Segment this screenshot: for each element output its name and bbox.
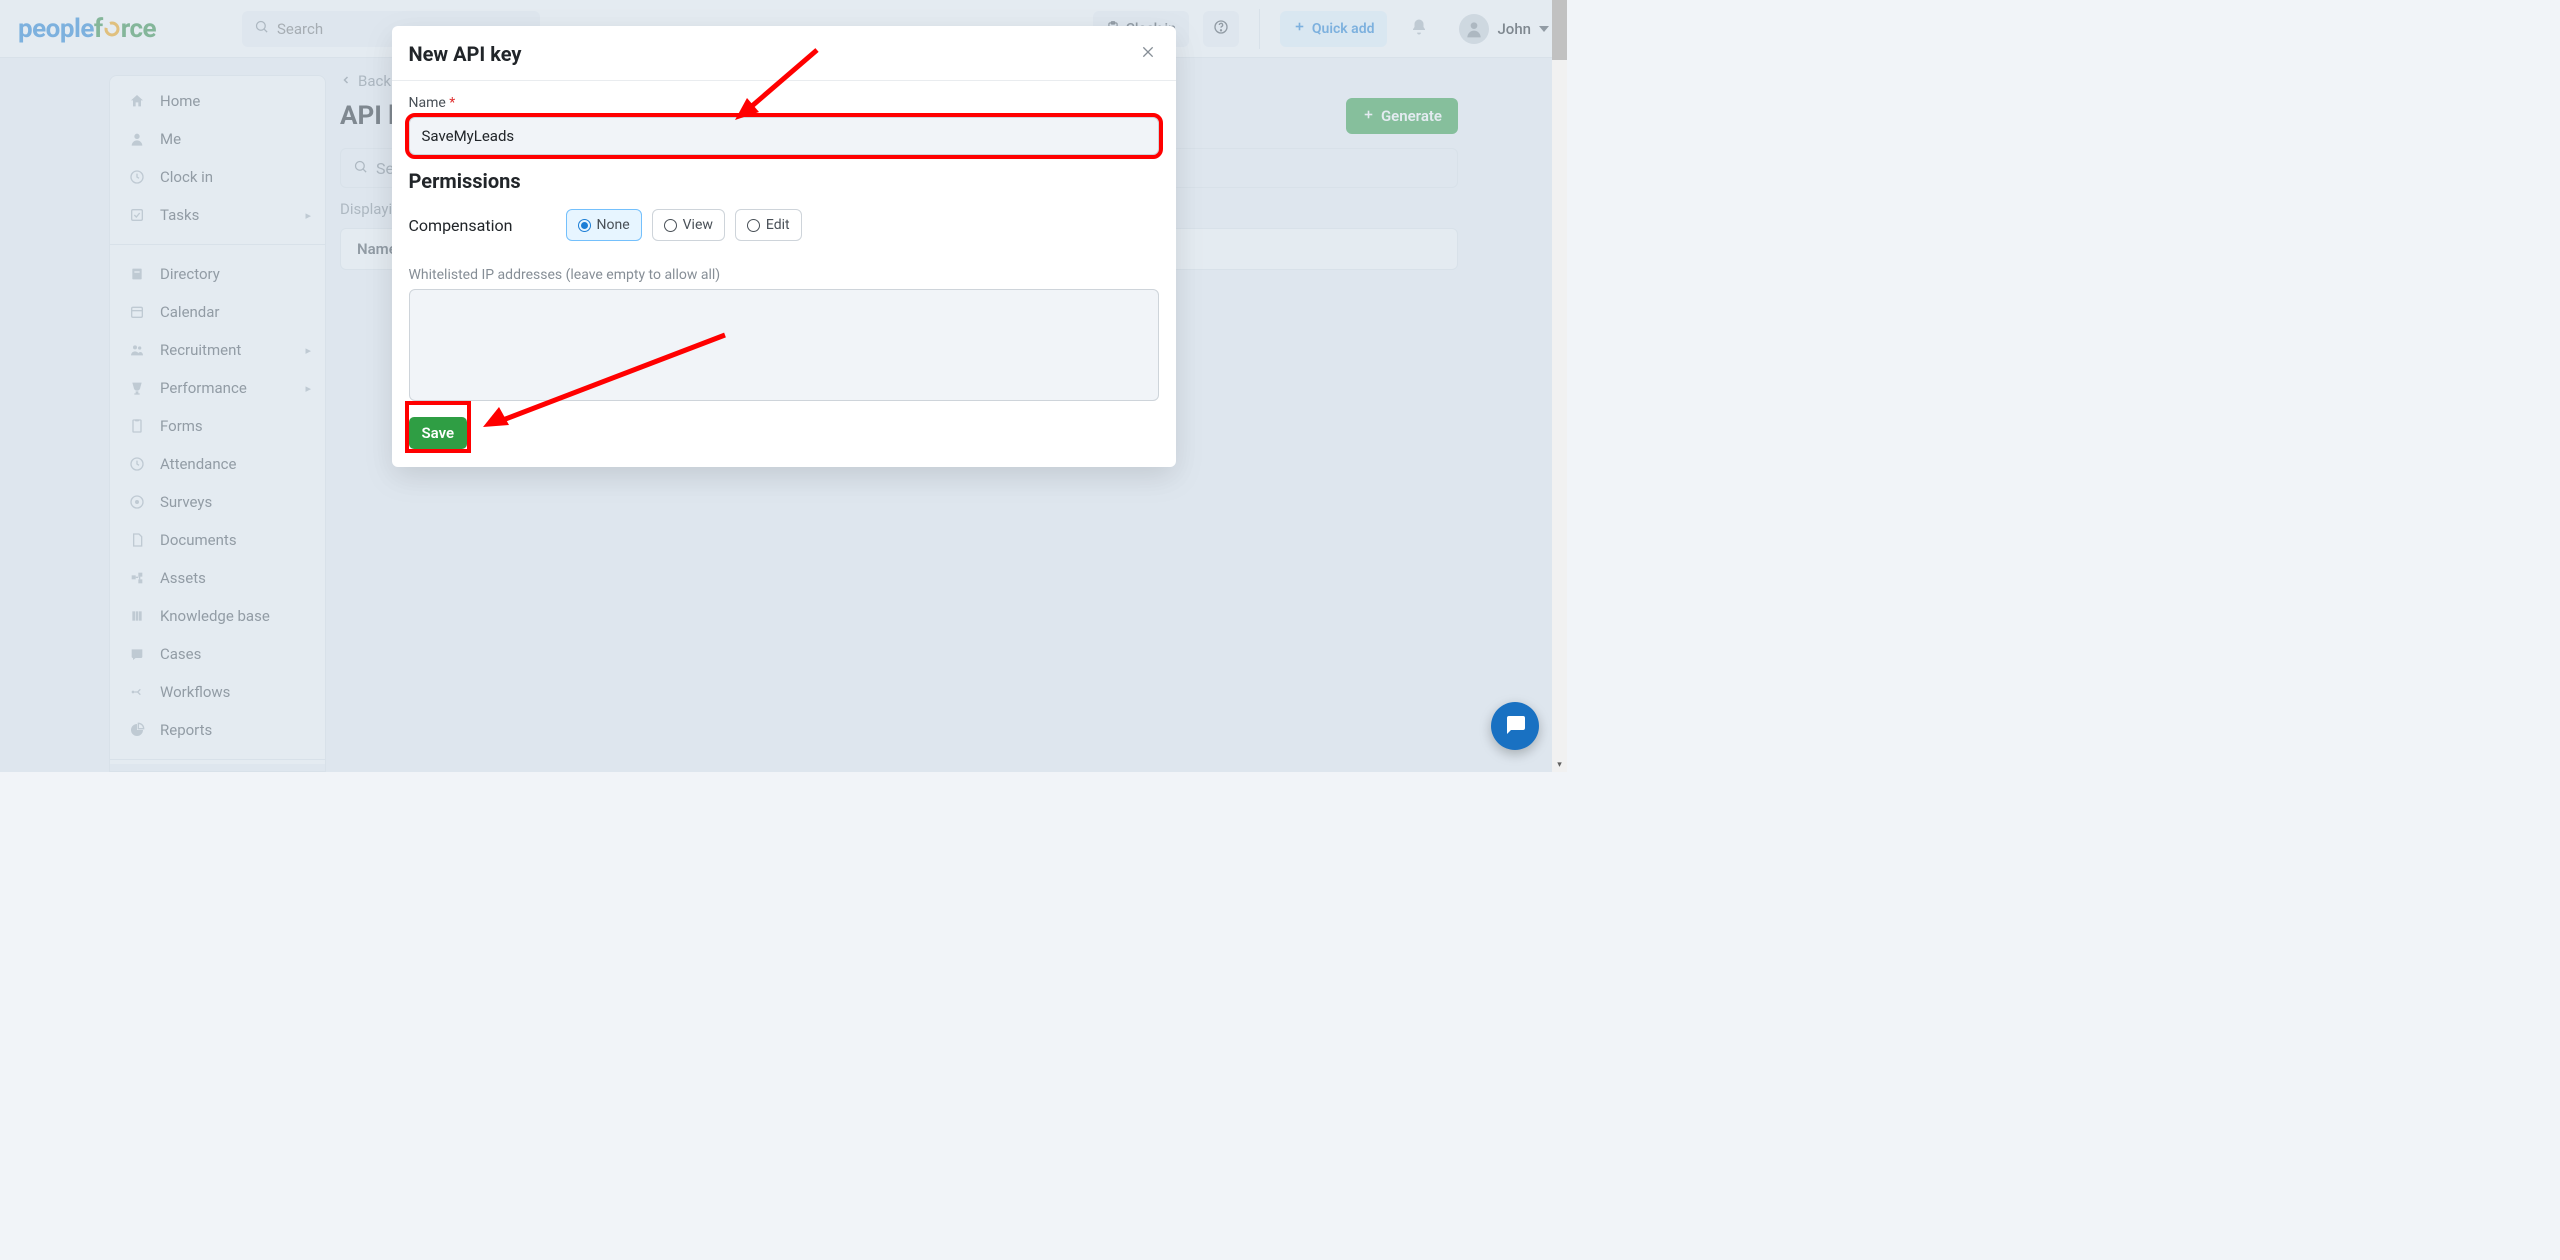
radio-label: None xyxy=(597,217,630,233)
radio-edit[interactable]: Edit xyxy=(735,209,802,241)
modal-overlay: New API key Name * Permissions Compensat… xyxy=(0,0,1567,772)
close-icon xyxy=(1140,44,1156,65)
permission-row-compensation: Compensation None View Edit xyxy=(409,209,1159,241)
chat-icon xyxy=(1503,712,1527,740)
scrollbar-thumb[interactable] xyxy=(1552,0,1567,60)
ip-whitelist-input[interactable] xyxy=(409,289,1159,401)
radio-label: Edit xyxy=(766,217,790,233)
scroll-down-icon[interactable]: ▾ xyxy=(1552,757,1567,772)
vertical-scrollbar[interactable]: ▴ ▾ xyxy=(1552,0,1567,772)
required-asterisk: * xyxy=(449,95,455,111)
modal-title: New API key xyxy=(409,42,522,66)
radio-icon xyxy=(578,219,591,232)
save-button[interactable]: Save xyxy=(409,417,468,449)
radio-view[interactable]: View xyxy=(652,209,725,241)
radio-none[interactable]: None xyxy=(566,209,642,241)
name-input[interactable] xyxy=(409,117,1159,155)
ip-whitelist-label: Whitelisted IP addresses (leave empty to… xyxy=(409,267,1159,283)
permissions-heading: Permissions xyxy=(409,169,1159,193)
radio-label: View xyxy=(683,217,713,233)
chat-fab[interactable] xyxy=(1491,702,1539,750)
permission-label: Compensation xyxy=(409,216,534,235)
new-api-key-modal: New API key Name * Permissions Compensat… xyxy=(392,26,1176,467)
radio-icon xyxy=(747,219,760,232)
name-field-label: Name * xyxy=(409,95,1159,111)
radio-icon xyxy=(664,219,677,232)
close-button[interactable] xyxy=(1137,44,1159,65)
